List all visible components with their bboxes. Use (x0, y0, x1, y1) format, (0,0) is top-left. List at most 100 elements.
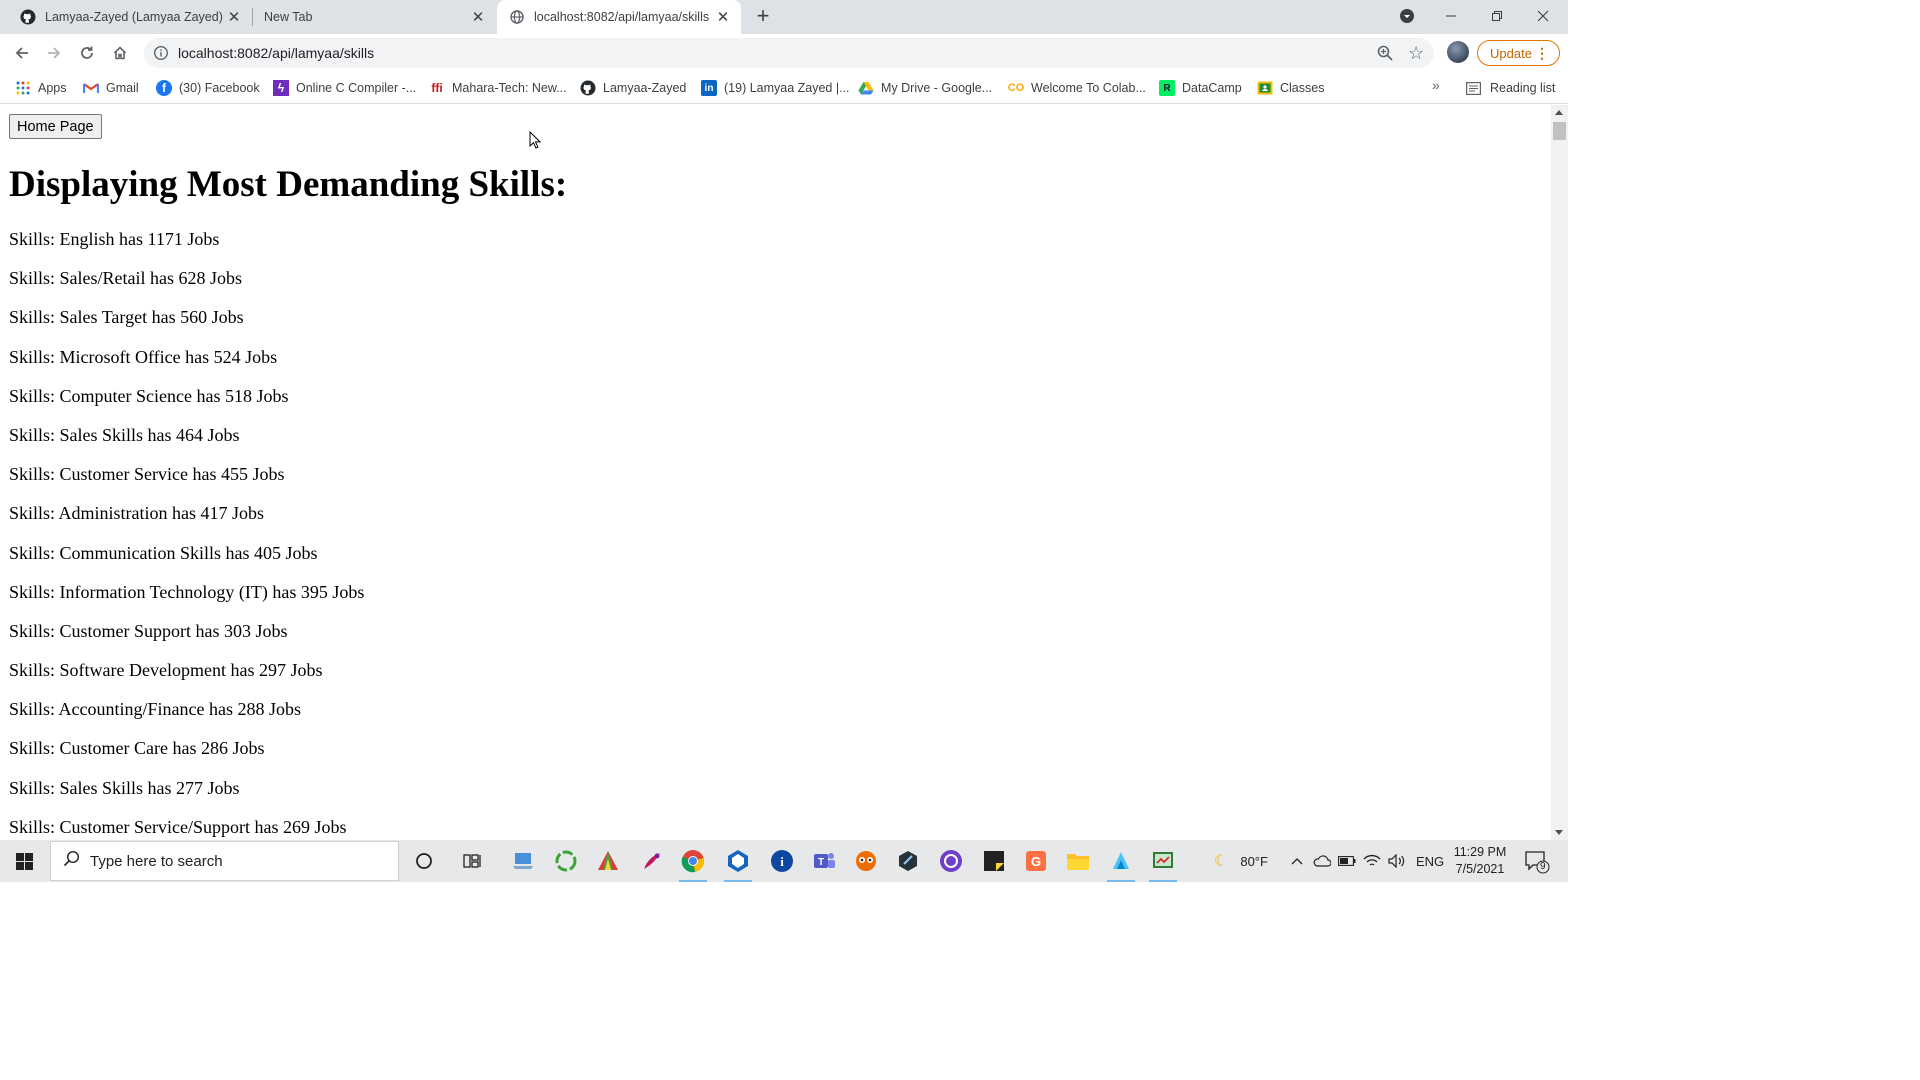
reload-icon[interactable] (74, 40, 100, 66)
onedrive-icon[interactable] (1313, 840, 1331, 882)
scroll-down-arrow-icon[interactable] (1555, 830, 1563, 835)
skill-item: Skills: Computer Science has 518 Jobs (9, 385, 289, 406)
taskbar-app-icon[interactable] (722, 845, 754, 882)
skill-item: Skills: Information Technology (IT) has … (9, 581, 365, 602)
minimize-icon[interactable] (1428, 0, 1474, 32)
bookmark-google-drive[interactable]: My Drive - Google... (858, 78, 992, 98)
taskbar-app-icon[interactable]: G (1020, 845, 1052, 877)
colab-icon: CO (1007, 82, 1025, 94)
taskbar-clock[interactable]: 11:29 PM 7/5/2021 (1440, 844, 1520, 878)
bookmark-star-icon[interactable]: ☆ (1408, 43, 1424, 64)
sticky-notes-icon[interactable] (978, 845, 1010, 877)
taskbar-app-icon[interactable] (1147, 845, 1179, 882)
taskbar-app-icon[interactable] (636, 845, 668, 877)
notification-center-icon[interactable]: 9 (1524, 850, 1550, 879)
close-icon[interactable]: ✕ (226, 9, 242, 26)
bookmark-label: (19) Lamyaa Zayed |... (724, 81, 850, 95)
windows-taskbar: Type here to search i T G ☾ 80°F ENG 11:… (0, 840, 1568, 882)
address-text[interactable]: localhost:8082/api/lamyaa/skills (178, 45, 374, 61)
home-page-button[interactable]: Home Page (9, 114, 102, 139)
taskbar-app-icon[interactable] (550, 845, 582, 877)
skill-item: Skills: Customer Service has 455 Jobs (9, 464, 285, 485)
tab-github[interactable]: Lamyaa-Zayed (Lamyaa Zayed) ✕ (0, 0, 252, 34)
wifi-icon[interactable] (1363, 840, 1381, 882)
skills-list: Skills: English has 1171 Jobs Skills: Sa… (9, 229, 364, 840)
tab-search-icon[interactable] (1384, 0, 1430, 32)
back-icon[interactable] (9, 40, 35, 66)
skill-item: Skills: Customer Care has 286 Jobs (9, 738, 265, 759)
tab-strip: Lamyaa-Zayed (Lamyaa Zayed) ✕ New Tab ✕ … (0, 0, 1568, 34)
bookmark-apps[interactable]: Apps (15, 78, 67, 98)
taskbar-app-icon[interactable] (592, 845, 624, 877)
taskbar-app-icon[interactable]: i (766, 845, 798, 877)
volume-icon[interactable] (1388, 840, 1406, 882)
svg-text:T: T (818, 857, 824, 868)
address-bar[interactable]: localhost:8082/api/lamyaa/skills ☆ (144, 38, 1434, 68)
bookmark-facebook[interactable]: f (30) Facebook (156, 78, 260, 98)
skill-item: Skills: Customer Support has 303 Jobs (9, 620, 288, 641)
forward-icon[interactable] (41, 40, 67, 66)
file-explorer-icon[interactable] (1062, 845, 1094, 877)
battery-icon[interactable] (1338, 840, 1356, 882)
bookmark-github[interactable]: Lamyaa-Zayed (580, 78, 686, 98)
tab-new-tab[interactable]: New Tab ✕ (252, 0, 496, 34)
profile-avatar[interactable] (1447, 41, 1469, 63)
weather-widget[interactable]: ☾ 80°F (1214, 840, 1268, 882)
taskbar-app-icon[interactable] (850, 845, 882, 877)
github-icon (20, 9, 36, 25)
chrome-icon[interactable] (677, 845, 709, 882)
tab-title: localhost:8082/api/lamyaa/skills (534, 10, 710, 24)
task-view-icon[interactable] (457, 845, 489, 877)
svg-text:G: G (1031, 854, 1041, 869)
datacamp-icon: R (1159, 80, 1175, 96)
taskbar-app-icon[interactable] (507, 845, 539, 877)
teams-icon[interactable]: T (808, 845, 840, 877)
new-tab-button[interactable]: + (752, 5, 774, 28)
drive-icon (858, 80, 874, 96)
close-icon[interactable]: ✕ (470, 9, 486, 26)
svg-text:i: i (780, 854, 784, 869)
browser-toolbar: localhost:8082/api/lamyaa/skills ☆ Updat… (0, 34, 1568, 72)
scroll-thumb[interactable] (1553, 122, 1566, 140)
mouse-cursor-icon (529, 130, 542, 154)
update-label: Update (1490, 45, 1532, 61)
taskbar-app-icon[interactable] (1105, 845, 1137, 882)
github-desktop-icon[interactable] (935, 845, 967, 877)
gmail-icon (83, 80, 99, 96)
close-icon[interactable]: ✕ (715, 9, 731, 26)
bookmark-colab[interactable]: CO Welcome To Colab... (1008, 78, 1146, 98)
skill-item: Skills: Customer Service/Support has 269… (9, 816, 347, 837)
bookmark-classes[interactable]: Classes (1257, 78, 1324, 98)
info-icon[interactable] (153, 45, 169, 61)
bookmark-datacamp[interactable]: R DataCamp (1159, 78, 1242, 98)
zoom-icon[interactable] (1376, 44, 1394, 67)
bookmark-online-c-compiler[interactable]: ϟ Online C Compiler -... (273, 78, 416, 98)
scroll-up-arrow-icon[interactable] (1555, 110, 1563, 115)
cortana-icon[interactable] (408, 845, 440, 877)
bookmark-mahara-tech[interactable]: ffi Mahara-Tech: New... (429, 78, 566, 98)
home-icon[interactable] (107, 40, 133, 66)
bookmark-label: Online C Compiler -... (296, 81, 417, 95)
compiler-icon: ϟ (273, 80, 289, 96)
bookmark-linkedin[interactable]: in (19) Lamyaa Zayed |... (701, 78, 850, 98)
skill-item: Skills: Administration has 417 Jobs (9, 503, 265, 524)
bookmark-gmail[interactable]: Gmail (83, 78, 139, 98)
taskbar-search-box[interactable]: Type here to search (50, 841, 399, 881)
taskbar-app-icon[interactable] (892, 845, 924, 877)
bookmark-label: DataCamp (1182, 81, 1242, 95)
menu-kebab-icon: ⋮ (1535, 45, 1549, 61)
bookmark-label: Lamyaa-Zayed (603, 81, 687, 95)
tab-skills[interactable]: localhost:8082/api/lamyaa/skills ✕ (497, 0, 741, 34)
page-scrollbar[interactable] (1551, 105, 1568, 840)
show-hidden-icons-button[interactable] (1291, 840, 1303, 882)
close-window-icon[interactable] (1520, 0, 1566, 32)
github-icon (580, 80, 596, 96)
skill-item: Skills: Sales Skills has 464 Jobs (9, 424, 240, 445)
update-button[interactable]: Update ⋮ (1477, 40, 1560, 66)
bookmark-label: Apps (38, 81, 67, 95)
restore-icon[interactable] (1474, 0, 1520, 32)
bookmarks-overflow-button[interactable]: » (1432, 77, 1440, 93)
windows-start-icon[interactable] (0, 840, 48, 882)
reading-list-label: Reading list (1490, 81, 1556, 95)
reading-list-button[interactable]: Reading list (1466, 78, 1555, 98)
